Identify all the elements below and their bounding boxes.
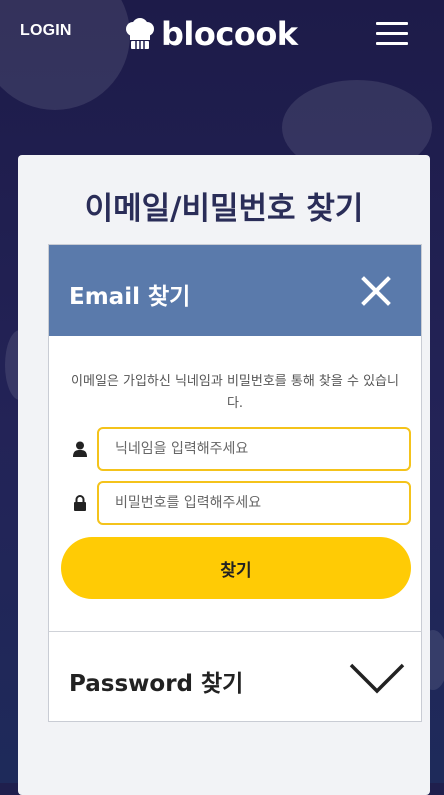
chef-hat-icon <box>126 18 154 49</box>
email-find-header[interactable]: Email 찾기 <box>49 245 421 336</box>
close-icon[interactable] <box>360 275 392 307</box>
password-find-section[interactable]: Password 찾기 <box>48 631 422 722</box>
password-row <box>73 481 411 525</box>
nickname-input[interactable] <box>97 427 411 471</box>
login-link[interactable]: LOGIN <box>20 22 72 40</box>
find-account-card: 이메일/비밀번호 찾기 Email 찾기 이메일은 가입하신 닉네임과 비밀번호… <box>18 155 430 795</box>
lock-icon <box>74 495 86 511</box>
nickname-row <box>73 427 411 471</box>
email-find-section: Email 찾기 이메일은 가입하신 닉네임과 비밀번호를 통해 찾을 수 있습… <box>48 244 422 634</box>
logo-text: blocook <box>161 15 298 53</box>
find-email-button[interactable]: 찾기 <box>61 537 411 599</box>
password-input[interactable] <box>97 481 411 525</box>
email-find-description: 이메일은 가입하신 닉네임과 비밀번호를 통해 찾을 수 있습니다. <box>71 374 399 411</box>
hamburger-menu-icon[interactable] <box>376 20 410 46</box>
page-title: 이메일/비밀번호 찾기 <box>84 191 364 227</box>
logo[interactable]: blocook <box>123 14 298 54</box>
email-find-title: Email 찾기 <box>69 284 191 310</box>
top-header: LOGIN blocook <box>0 0 444 66</box>
password-find-title: Password 찾기 <box>69 671 244 697</box>
chevron-down-icon[interactable] <box>349 662 405 694</box>
user-icon <box>73 441 87 457</box>
